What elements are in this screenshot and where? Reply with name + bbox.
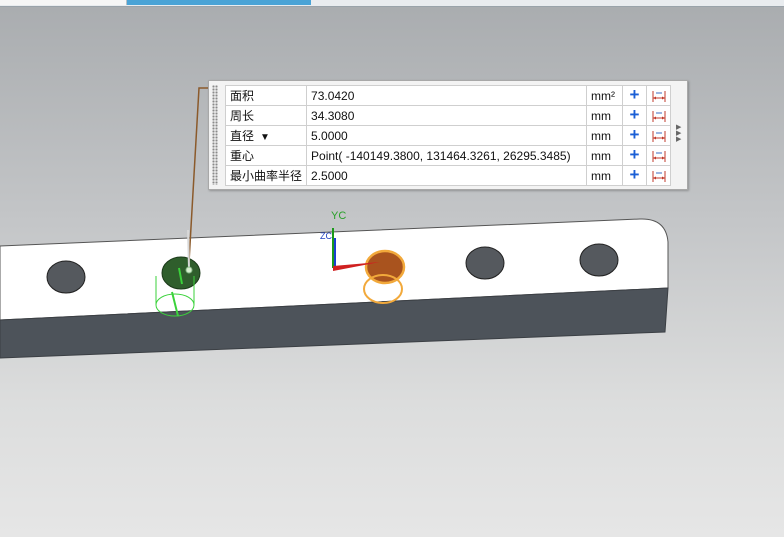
row-value[interactable]: 34.3080: [306, 105, 588, 126]
table-row: 重心 Point( -140149.3800, 131464.3261, 262…: [224, 145, 672, 166]
expand-arrows-icon[interactable]: ▶ ▶ ▶: [676, 124, 681, 143]
plus-icon: +: [629, 105, 640, 124]
row-label: 周长: [224, 105, 308, 126]
plus-icon: +: [629, 125, 640, 144]
dimension-icon: [652, 150, 666, 162]
plus-icon: +: [629, 165, 640, 184]
table-row: 面积 73.0420 mm² +: [224, 85, 672, 106]
row-label: 直径: [230, 129, 255, 143]
axis-zc-label: ZC: [320, 231, 332, 241]
row-value[interactable]: Point( -140149.3800, 131464.3261, 26295.…: [306, 145, 588, 166]
row-unit: mm: [586, 165, 624, 186]
row-label: 面积: [224, 85, 308, 106]
row-label: 重心: [224, 145, 308, 166]
leader-anchor-point: [185, 266, 193, 274]
dimension-icon: [652, 170, 666, 182]
row-unit: mm: [586, 105, 624, 126]
hole-5[interactable]: [579, 243, 619, 277]
dropdown-arrow-icon[interactable]: ▼: [260, 132, 270, 143]
dimension-icon: [652, 130, 666, 142]
plus-icon: +: [629, 85, 640, 104]
dimension-icon: [652, 90, 666, 102]
measurement-table: 面积 73.0420 mm² + 周长 34.3080 mm + 直径 ▼ 5.0…: [224, 85, 672, 186]
row-label: 最小曲率半径: [224, 165, 308, 186]
table-row: 周长 34.3080 mm +: [224, 105, 672, 126]
drag-grip[interactable]: [212, 85, 218, 185]
plus-icon: +: [629, 145, 640, 164]
hole-1[interactable]: [46, 260, 86, 294]
axis-yc-label: YC: [331, 210, 346, 222]
leader-line: [188, 87, 209, 263]
row-unit: mm: [586, 145, 624, 166]
measurement-panel[interactable]: 面积 73.0420 mm² + 周长 34.3080 mm + 直径 ▼ 5.0…: [208, 80, 688, 190]
hole-4[interactable]: [465, 246, 505, 280]
row-unit: mm²: [586, 85, 624, 106]
table-row: 最小曲率半径 2.5000 mm +: [224, 165, 672, 186]
row-value[interactable]: 2.5000: [306, 165, 588, 186]
table-row: 直径 ▼ 5.0000 mm +: [224, 125, 672, 146]
row-value[interactable]: 5.0000: [306, 125, 588, 146]
row-value[interactable]: 73.0420: [306, 85, 588, 106]
row-unit: mm: [586, 125, 624, 146]
dimension-icon: [652, 110, 666, 122]
